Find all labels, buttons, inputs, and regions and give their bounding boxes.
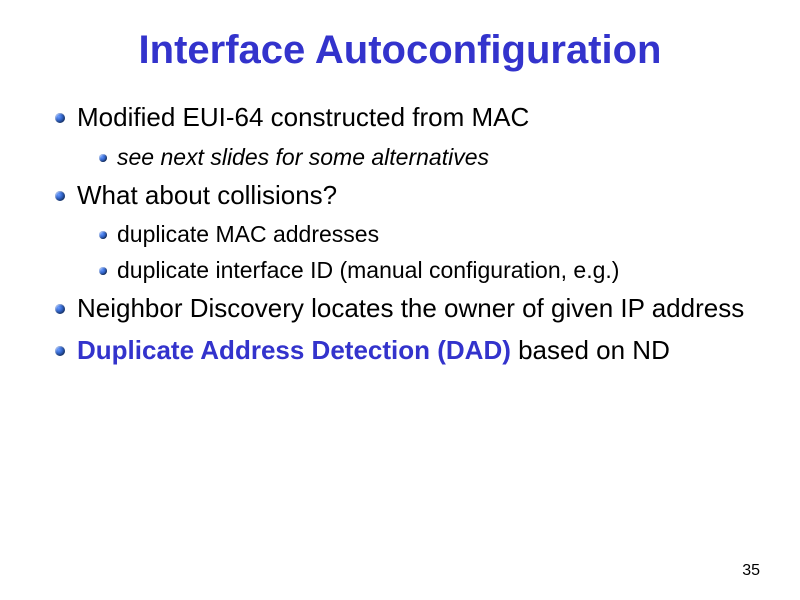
bullet-icon: [55, 191, 65, 201]
bullet-text: see next slides for some alternatives: [117, 143, 489, 173]
bullet-icon: [55, 304, 65, 314]
sub-bullet-item-2-1: duplicate MAC addresses: [99, 220, 755, 250]
bullet-icon: [55, 113, 65, 123]
bullet-item-3: Neighbor Discovery locates the owner of …: [55, 292, 755, 326]
bullet-icon: [99, 267, 107, 275]
bullet-item-4: Duplicate Address Detection (DAD) based …: [55, 334, 755, 368]
bullet-text: duplicate interface ID (manual configura…: [117, 256, 619, 286]
bullet-text: What about collisions?: [77, 179, 337, 213]
sub-bullet-item-2-2: duplicate interface ID (manual configura…: [99, 256, 755, 286]
bullet-text: Duplicate Address Detection (DAD) based …: [77, 334, 670, 368]
bullet-text: duplicate MAC addresses: [117, 220, 379, 250]
slide-content: Modified EUI-64 constructed from MAC see…: [45, 101, 755, 368]
bullet-item-1: Modified EUI-64 constructed from MAC: [55, 101, 755, 135]
bullet-icon: [55, 346, 65, 356]
bullet-icon: [99, 231, 107, 239]
highlight-text: Duplicate Address Detection (DAD): [77, 335, 511, 365]
bullet-text: Modified EUI-64 constructed from MAC: [77, 101, 529, 135]
bullet-text: Neighbor Discovery locates the owner of …: [77, 292, 744, 326]
plain-text: based on ND: [511, 335, 670, 365]
bullet-icon: [99, 154, 107, 162]
slide-title: Interface Autoconfiguration: [45, 28, 755, 73]
sub-bullet-item-1-1: see next slides for some alternatives: [99, 143, 755, 173]
slide: Interface Autoconfiguration Modified EUI…: [0, 0, 800, 600]
bullet-item-2: What about collisions?: [55, 179, 755, 213]
page-number: 35: [742, 562, 760, 580]
